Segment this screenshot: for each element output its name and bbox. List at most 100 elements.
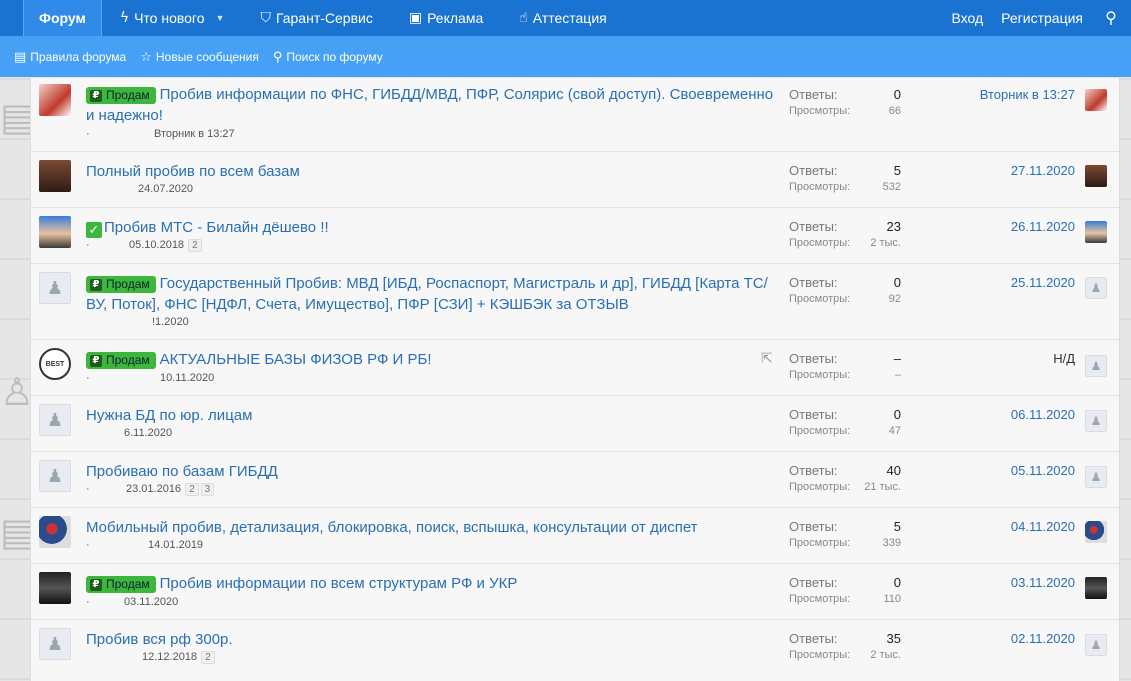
avatar[interactable]	[39, 404, 71, 436]
thread-title-link[interactable]: Пробив информации по ФНС, ГИБДД/МВД, ПФР…	[86, 86, 773, 124]
avatar[interactable]	[39, 160, 71, 192]
thread-row: ₽ Продам Пробив информации по ФНС, ГИБДД/М…	[31, 78, 1119, 152]
last-poster-avatar[interactable]	[1085, 410, 1107, 432]
last-poster-avatar[interactable]	[1085, 221, 1107, 243]
author-name[interactable]: ·	[86, 596, 124, 608]
author-name[interactable]: ·	[86, 483, 126, 495]
new-posts-link[interactable]: ☆ Новые сообщения	[140, 50, 259, 65]
tab-whats-new[interactable]: ϟ Что нового ▼	[102, 0, 243, 36]
last-post-date[interactable]: 06.11.2020	[1011, 407, 1075, 422]
thread-title-link[interactable]: Пробив МТС - Билайн дёшево !!	[104, 219, 329, 236]
thread-start-date[interactable]: 03.11.2020	[124, 596, 178, 608]
thread-title-link[interactable]: Нужна БД по юр. лицам	[86, 407, 252, 424]
forum-search-link[interactable]: ⚲ Поиск по форуму	[273, 50, 383, 65]
thread-meta: · Вторник в 13:27	[86, 128, 235, 140]
avatar[interactable]	[39, 272, 71, 304]
thread-start-date[interactable]: 24.07.2020	[138, 183, 193, 195]
forum-rules-link[interactable]: ▤ Правила форума	[14, 50, 126, 65]
sale-tag[interactable]: ₽ Продам	[86, 576, 156, 593]
thread-title: ₽ Продам Государственный Пробив: МВД [ИБД,…	[86, 273, 776, 315]
forum-rules-label: Правила форума	[30, 50, 127, 64]
thread-start-date[interactable]: 6.11.2020	[124, 427, 172, 439]
thread-start-date[interactable]: 05.10.2018	[129, 239, 184, 251]
thread-meta: 24.07.2020	[86, 183, 193, 195]
tab-advertising[interactable]: ▣ Реклама	[391, 0, 501, 36]
search-button[interactable]: ⚲	[1091, 0, 1131, 36]
tab-guarantee-service[interactable]: ⛉ Гарант-Сервис	[242, 0, 390, 36]
thread-title-link[interactable]: Пробив информации по всем структурам РФ …	[160, 575, 518, 592]
tab-attestation[interactable]: ☝ Аттестация	[501, 0, 624, 36]
thread-title-link[interactable]: Мобильный пробив, детализация, блокировк…	[86, 519, 698, 536]
last-post-date[interactable]: 27.11.2020	[1011, 163, 1075, 178]
last-poster-avatar[interactable]	[1085, 577, 1107, 599]
author-name[interactable]: ·	[86, 372, 160, 384]
login-link[interactable]: Вход	[943, 0, 993, 36]
replies-label: Ответы:	[789, 351, 838, 366]
sale-tag[interactable]: ₽ Продам	[86, 87, 156, 104]
views-count: 66	[888, 105, 901, 117]
last-poster-avatar[interactable]	[1085, 277, 1107, 299]
tab-whats-new-label: Что нового	[134, 10, 205, 26]
thread-start-date[interactable]: 10.11.2020	[160, 372, 214, 384]
thread-title: Полный пробив по всем базам	[86, 161, 776, 182]
last-post-date[interactable]: Вторник в 13:27	[980, 87, 1075, 102]
sale-tag[interactable]: ₽ Продам	[86, 352, 156, 369]
external-link-icon[interactable]: ⇱	[761, 351, 773, 367]
avatar[interactable]	[39, 216, 71, 248]
checkmark-icon: ✓	[86, 222, 102, 238]
thread-meta: · 14.01.2019	[86, 539, 203, 551]
avatar[interactable]	[39, 348, 71, 380]
thread-row: Мобильный пробив, детализация, блокировк…	[31, 508, 1119, 564]
sale-tag[interactable]: ₽ Продам	[86, 276, 156, 293]
last-poster-avatar[interactable]	[1085, 89, 1107, 111]
page-link[interactable]: 3	[200, 483, 215, 496]
search-icon: ⚲	[272, 49, 283, 65]
avatar[interactable]	[39, 516, 71, 548]
last-post-date[interactable]: 04.11.2020	[1011, 519, 1075, 534]
page-link[interactable]: 2	[201, 651, 215, 664]
page-link[interactable]: 2	[188, 239, 202, 252]
document-icon: ▤	[14, 49, 27, 65]
thread-stats: Ответы: 5 Просмотры: 339	[789, 519, 901, 551]
author-name[interactable]: ·	[86, 239, 129, 251]
thread-meta: 12.12.2018 2	[86, 651, 215, 664]
last-poster-avatar[interactable]	[1085, 521, 1107, 543]
thread-stats: Ответы: 35 Просмотры: 2 тыс.	[789, 631, 901, 663]
last-post-date[interactable]: 26.11.2020	[1011, 219, 1075, 234]
last-poster-avatar[interactable]	[1085, 165, 1107, 187]
last-post-date[interactable]: 05.11.2020	[1011, 463, 1075, 478]
register-link[interactable]: Регистрация	[993, 0, 1091, 36]
thread-meta: · 10.11.2020	[86, 372, 214, 384]
author-name[interactable]: ·	[86, 539, 148, 551]
views-label: Просмотры:	[789, 537, 851, 549]
thread-start-date[interactable]: 23.01.2016	[126, 483, 181, 495]
avatar[interactable]	[39, 460, 71, 492]
thread-start-date[interactable]: !1.2020	[152, 316, 189, 328]
last-poster-avatar[interactable]	[1085, 634, 1107, 656]
avatar[interactable]	[39, 628, 71, 660]
avatar[interactable]	[39, 572, 71, 604]
last-post-date[interactable]: 03.11.2020	[1011, 575, 1075, 590]
thread-title-link[interactable]: Полный пробив по всем базам	[86, 163, 300, 180]
replies-count: 0	[893, 275, 901, 290]
thread-title-link[interactable]: Государственный Пробив: МВД [ИБД, Роспас…	[86, 275, 768, 313]
chevron-down-icon[interactable]: ▼	[216, 13, 225, 23]
views-label: Просмотры:	[789, 593, 851, 605]
thread-stats: Ответы: 0 Просмотры: 110	[789, 575, 901, 607]
thread-title-link[interactable]: Пробив вся рф 300р.	[86, 631, 233, 648]
last-poster-avatar[interactable]	[1085, 466, 1107, 488]
author-name[interactable]: ·	[86, 128, 154, 140]
avatar[interactable]	[39, 84, 71, 116]
tab-forum[interactable]: Форум	[23, 0, 102, 36]
thread-start-date[interactable]: Вторник в 13:27	[154, 128, 235, 140]
thread-title-link[interactable]: Пробиваю по базам ГИБДД	[86, 463, 278, 480]
replies-count: 0	[893, 407, 901, 422]
last-post-date[interactable]: 02.11.2020	[1011, 631, 1075, 646]
page-link[interactable]: 2	[185, 483, 199, 496]
last-post-date[interactable]: 25.11.2020	[1011, 275, 1075, 290]
replies-label: Ответы:	[789, 219, 838, 234]
thread-start-date[interactable]: 12.12.2018	[142, 651, 197, 663]
thread-title-link[interactable]: АКТУАЛЬНЫЕ БАЗЫ ФИЗОВ РФ И РБ!	[160, 351, 432, 368]
last-poster-avatar[interactable]	[1085, 355, 1107, 377]
thread-start-date[interactable]: 14.01.2019	[148, 539, 203, 551]
